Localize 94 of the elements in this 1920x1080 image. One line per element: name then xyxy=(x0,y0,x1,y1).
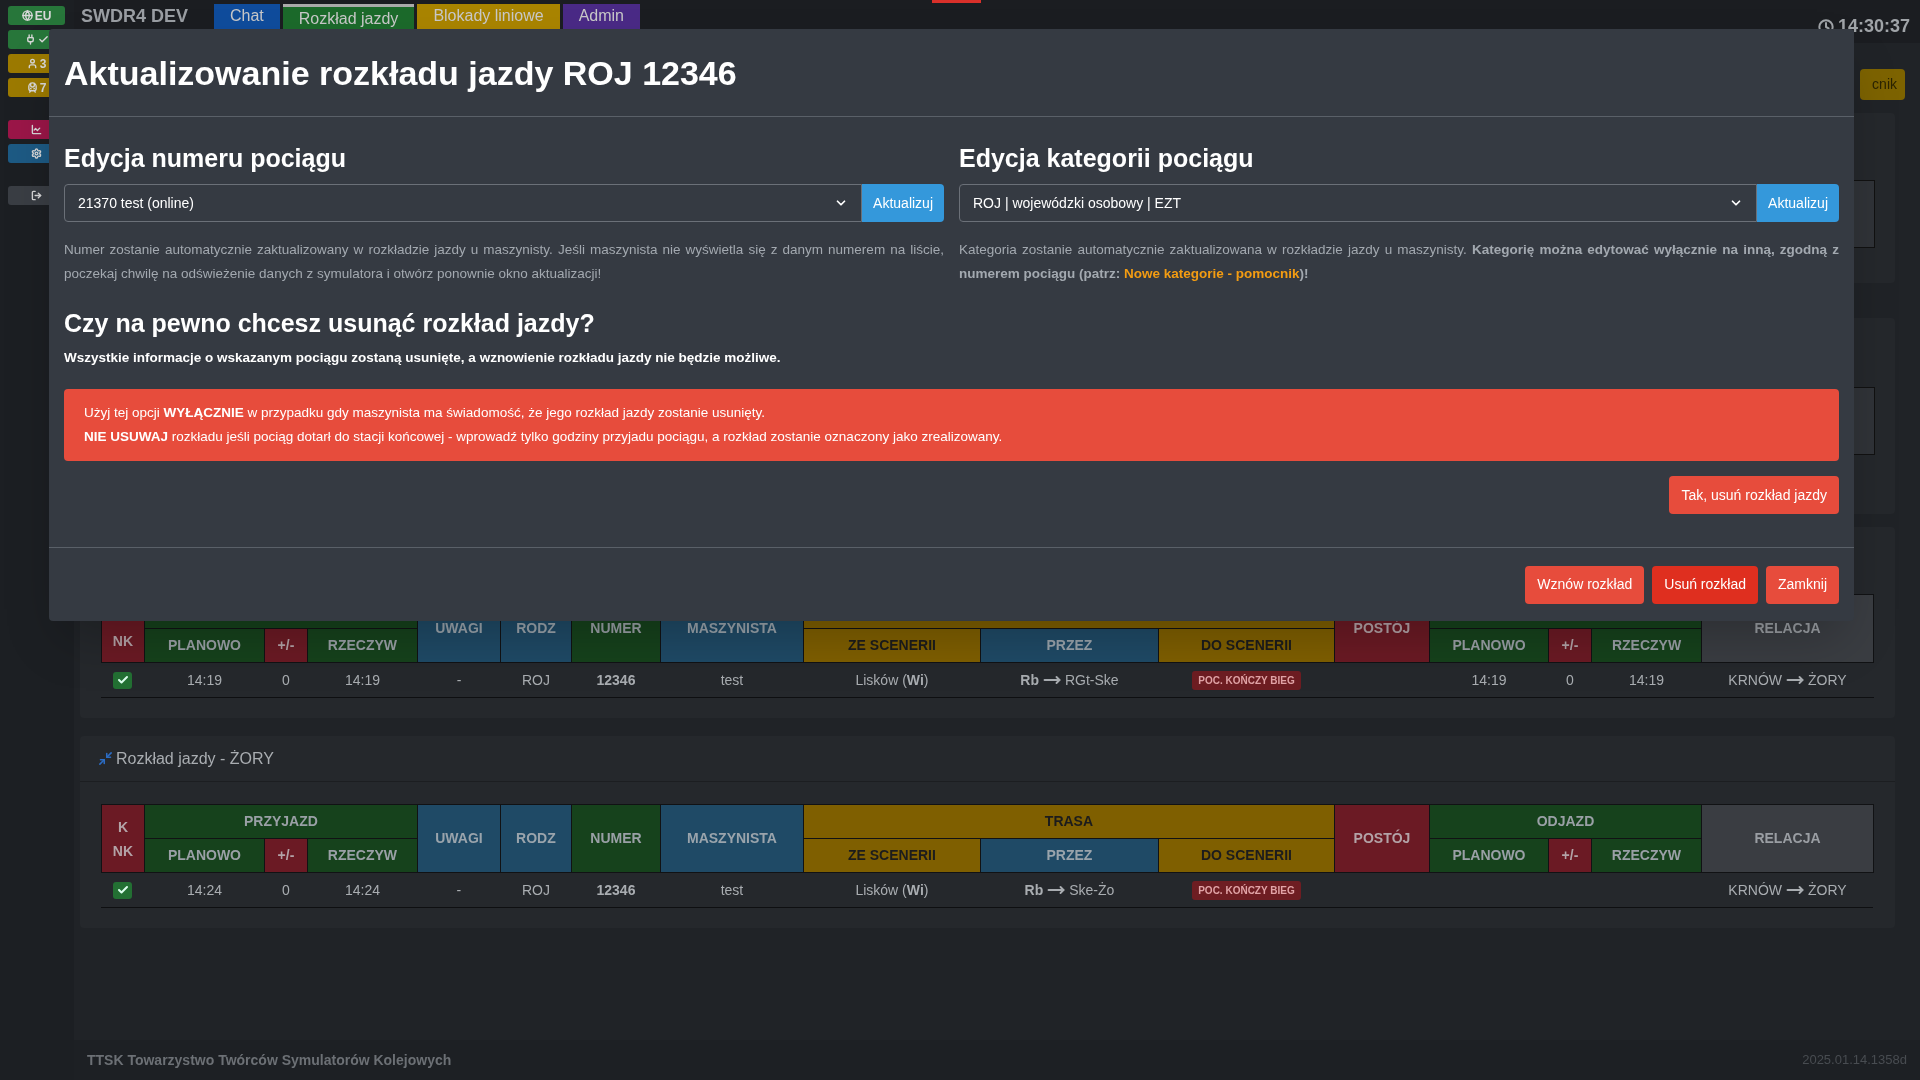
status-badge: POC. KOŃCZY BIEG xyxy=(1192,880,1301,900)
checkbox[interactable] xyxy=(113,671,133,689)
column-header: +/- xyxy=(1548,838,1592,873)
station-name: ŻORY xyxy=(1808,880,1847,900)
column-header: RODZ xyxy=(500,804,572,873)
column-header: MASZYNISTA xyxy=(660,804,804,873)
alert-text: NIE USUWAJ rozkładu jeśli pociąg dotarł do stacji końcowej - wprowadź tylko godziny przyjadu pociągu, a rozkład zostanie oznaczony jako zrealizowany. xyxy=(84,428,1004,446)
indicator-bar xyxy=(931,0,981,3)
column-header: NUMER xyxy=(571,804,661,873)
column-header: RZECZYW xyxy=(307,838,418,873)
section-heading: Czy na pewno chcesz usunąć rozkład jazdy? xyxy=(64,308,596,339)
route-text: Ske-Żo xyxy=(1069,880,1115,900)
user-icon xyxy=(26,58,38,69)
column-header: DO SCENERII xyxy=(1158,838,1335,873)
column-header: +/- xyxy=(264,838,308,873)
alert-text: Użyj tej opcji WYŁĄCZNIE w przypadku gdy maszynista ma świadomość, że jego rozkład jazdy zostanie usunięty. xyxy=(84,404,767,422)
help-text: Kategoria zostanie automatycznie zaktualizowana w rozkładzie jazdy u maszynisty. Kategorię można edytować wyłącznie na inną, zgodną z numerem pociągu (patrz: Nowe kategorie - pomocnik)! xyxy=(959,241,1839,283)
column-header: PLANOWO xyxy=(1429,838,1549,873)
column-header: PRZEZ xyxy=(980,838,1159,873)
station-name: KRNÓW xyxy=(1728,880,1782,900)
toolbar-button[interactable]: cnik xyxy=(1860,69,1905,100)
column-header: +/- xyxy=(1548,628,1592,663)
section-heading: Edycja numeru pociągu xyxy=(64,143,347,174)
table-cell: 14:24 xyxy=(144,872,265,908)
column-header: ODJAZD xyxy=(1429,804,1702,839)
table-cell: 0 xyxy=(264,872,308,908)
route-text: RGt-Ske xyxy=(1064,670,1119,690)
logout-icon xyxy=(31,190,42,201)
status-badge: POC. KOŃCZY BIEG xyxy=(1192,670,1301,690)
update-button[interactable]: Aktualizuj xyxy=(1757,184,1839,222)
check-icon xyxy=(37,34,49,45)
column-header: TRASA xyxy=(803,804,1335,839)
panel-title: Rozkład jazdy - ŻORY xyxy=(115,748,274,769)
chart-icon xyxy=(31,124,42,135)
plug-icon xyxy=(24,34,36,45)
update-button[interactable]: Aktualizuj xyxy=(862,184,944,222)
column-header: PLANOWO xyxy=(144,628,265,663)
column-header: PLANOWO xyxy=(144,838,265,873)
table-cell: ROJ xyxy=(500,872,572,908)
help-link[interactable]: Nowe kategorie - pomocnik xyxy=(1124,266,1300,281)
sidebar-button[interactable]: EU xyxy=(8,6,65,25)
table-cell: 14:19 xyxy=(1429,662,1549,698)
column-header: PRZEZ xyxy=(980,628,1159,663)
arrows-icon xyxy=(97,751,113,766)
table-cell: 12346 xyxy=(571,662,661,698)
table-cell: 0 xyxy=(264,662,308,698)
column-header: RELACJA xyxy=(1701,804,1874,873)
column-header: POSTÓJ xyxy=(1334,804,1430,873)
station-name: KRNÓW xyxy=(1728,670,1782,690)
table-cell: - xyxy=(417,662,501,698)
train-icon xyxy=(26,82,38,93)
globe-icon xyxy=(21,10,33,21)
column-header: ZE SCENERII xyxy=(803,838,981,873)
confirm-delete-button[interactable]: Tak, usuń rozkład jazdy xyxy=(1669,476,1839,514)
column-header: K NK xyxy=(101,804,145,873)
footer-button[interactable]: Usuń rozkład xyxy=(1652,565,1758,604)
table-cell: 14:19 xyxy=(144,662,265,698)
settings-icon xyxy=(31,148,42,159)
table-cell: 14:19 xyxy=(307,662,418,698)
column-header: DO SCENERII xyxy=(1158,628,1335,663)
checkbox[interactable] xyxy=(113,881,133,899)
footer-button[interactable]: Wznów rozkład xyxy=(1525,565,1645,604)
section-heading: Edycja kategorii pociągu xyxy=(959,143,1255,174)
modal-title: Aktualizowanie rozkładu jazdy ROJ 12346 xyxy=(64,55,737,90)
table-cell: 14:24 xyxy=(307,872,418,908)
table-cell: ROJ xyxy=(500,662,572,698)
column-header: +/- xyxy=(264,628,308,663)
table-cell: Lisków (Wi) xyxy=(803,662,981,698)
dropdown-select[interactable]: 21370 test (online) xyxy=(64,184,863,222)
station-code: Rb xyxy=(1024,880,1044,900)
help-text: Numer zostanie automatycznie zaktualizowany w rozkładzie jazdy u maszynisty. Jeśli maszynista nie wyświetla się z danym numerem na liście, poczekaj chwilę na odświeżenie danych z symulatora i otwórz ponownie okno aktualizacji! xyxy=(64,241,944,283)
column-header: RZECZYW xyxy=(307,628,418,663)
table-cell: 12346 xyxy=(571,872,661,908)
column-header: ZE SCENERII xyxy=(803,628,981,663)
footer-text: TTSK Towarzystwo Twórców Symulatorów Kolejowych xyxy=(86,1050,452,1070)
warning-text: Wszystkie informacje o wskazanym pociągu zostaną usunięte, a wznowienie rozkładu jazdy nie będzie możliwe. xyxy=(64,349,782,367)
station-code: Rb xyxy=(1020,670,1039,690)
station-name: ŻORY xyxy=(1808,670,1847,690)
table-cell: - xyxy=(417,872,501,908)
column-header: UWAGI xyxy=(417,804,501,873)
column-header: PRZYJAZD xyxy=(144,804,418,839)
table-cell: test xyxy=(660,662,804,698)
table-cell: 0 xyxy=(1548,662,1592,698)
column-header: RZECZYW xyxy=(1591,628,1702,663)
column-header: PLANOWO xyxy=(1429,628,1549,663)
check-icon xyxy=(116,884,129,896)
table-cell: Lisków (Wi) xyxy=(803,872,981,908)
footer-button[interactable]: Zamknij xyxy=(1766,565,1839,604)
table-cell: test xyxy=(660,872,804,908)
brand-title: SWDR4 DEV xyxy=(80,6,188,26)
dropdown-select[interactable]: ROJ | wojewódzki osobowy | EZT xyxy=(959,184,1758,222)
table-cell: 14:19 xyxy=(1591,662,1702,698)
column-header: RZECZYW xyxy=(1591,838,1702,873)
check-icon xyxy=(116,674,129,686)
